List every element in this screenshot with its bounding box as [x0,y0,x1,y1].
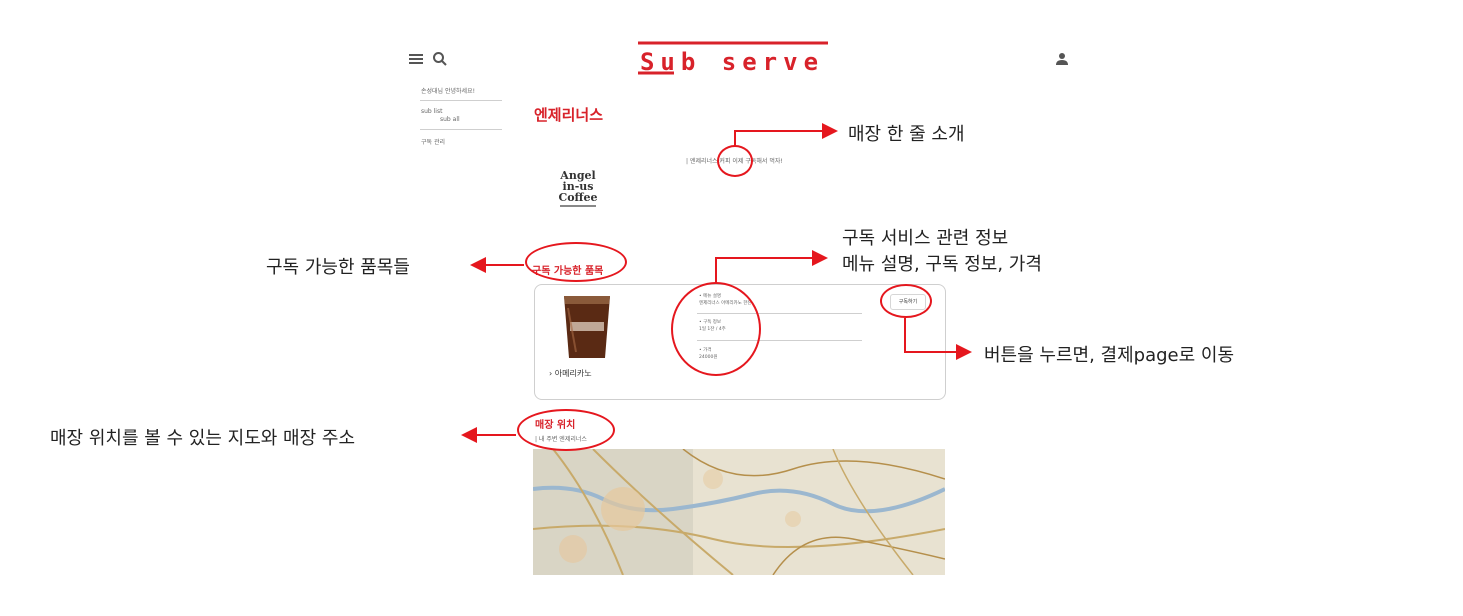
sidebar-item-subscription-management[interactable]: 구독 관리 [421,137,445,146]
hamburger-menu-icon[interactable] [409,53,423,65]
sidebar-item-sub-list[interactable]: sub list [421,108,442,115]
app-logo[interactable]: Sub serve [634,40,830,76]
annotation-items: 구독 가능한 품목들 [266,257,410,278]
annotation-ellipse-intro [717,145,753,177]
brand-logo: Angel in-us Coffee [552,170,604,207]
annotation-ellipse-info [671,282,761,376]
product-name[interactable]: › 아메리카노 [549,368,592,379]
annotation-ellipse-button [880,284,932,318]
sidebar-item-sub-all[interactable]: sub all [440,116,460,123]
annotation-button: 버튼을 누르면, 결제page로 이동 [984,345,1235,366]
greeting-text: 손성대님 안녕하세요! [421,88,475,95]
annotation-ellipse-location [517,409,615,451]
brand-logo-line: Coffee [558,191,598,204]
annotation-ellipse-products [525,242,627,282]
brand-logo-underline [560,205,596,207]
chevron-right-icon: › [549,369,553,378]
sidebar-divider [420,129,502,130]
annotation-map: 매장 위치를 볼 수 있는 지도와 매장 주소 [50,428,356,449]
logo-text: Sub serve [639,48,825,76]
annotation-intro: 매장 한 줄 소개 [848,124,965,145]
search-icon[interactable] [432,51,448,67]
user-icon[interactable] [1055,51,1069,65]
annotation-service-line1: 구독 서비스 관련 정보 [842,228,1009,249]
product-image [556,292,618,360]
product-name-text: 아메리카노 [554,369,592,378]
sidebar-divider [420,100,502,101]
store-map[interactable] [533,449,945,575]
annotation-service-line2: 메뉴 설명, 구독 정보, 가격 [842,254,1042,275]
store-name: 엔제리너스 [534,106,604,124]
